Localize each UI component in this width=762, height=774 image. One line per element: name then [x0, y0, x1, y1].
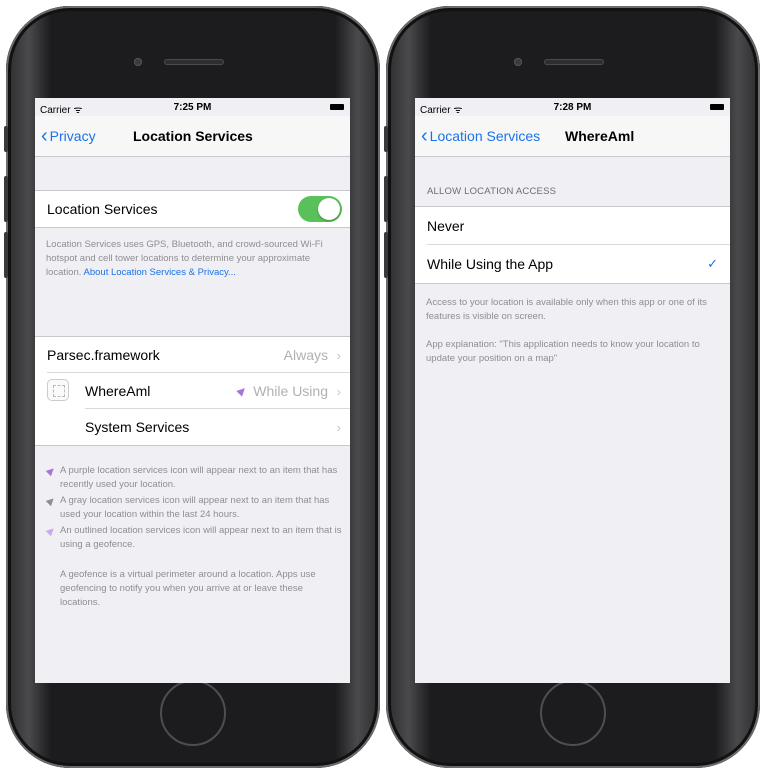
location-services-row: Location Services [35, 191, 350, 227]
volume-down-button [384, 232, 388, 278]
app-explanation: App explanation: "This application needs… [426, 339, 700, 364]
location-toggle-group: Location Services [35, 190, 350, 228]
legend-text: An outlined location services icon will … [60, 525, 342, 550]
back-button[interactable]: ‹ Privacy [41, 125, 96, 147]
status-bar: Carrier ᯤ 7:28 PM [415, 98, 730, 116]
access-footer: Access to your location is available onl… [426, 297, 707, 322]
checkmark-icon: ✓ [707, 256, 718, 271]
access-options-group: Never While Using the App ✓ [415, 206, 730, 284]
option-label: Never [427, 218, 465, 234]
page-title: Location Services [133, 128, 253, 144]
status-time: 7:28 PM [553, 102, 592, 113]
back-label: Location Services [429, 128, 541, 144]
chevron-left-icon: ‹ [421, 125, 428, 147]
home-button[interactable] [540, 680, 606, 746]
chevron-left-icon: ‹ [41, 125, 48, 147]
front-camera [514, 58, 522, 66]
app-name: WhereAml [85, 383, 151, 399]
chevron-right-icon: › [336, 347, 341, 363]
screen: Carrier ᯤ 7:28 PM ‹ Location Services Wh… [415, 98, 730, 683]
location-icon-legend: A purple location services icon will app… [45, 464, 342, 610]
navigation-bar: ‹ Privacy Location Services [35, 116, 350, 157]
option-while-using[interactable]: While Using the App ✓ [415, 245, 730, 283]
gray-location-arrow-icon [45, 495, 57, 507]
volume-down-button [4, 232, 8, 278]
option-label: While Using the App [427, 256, 554, 272]
phone-left: Carrier ᯤ 7:25 PM ‹ Privacy Location Ser… [4, 6, 380, 768]
app-permission-detail: While Using [236, 383, 328, 399]
legend-text: A purple location services icon will app… [60, 465, 338, 490]
legend-item: A gray location services icon will appea… [45, 494, 342, 522]
app-row-whereami[interactable]: WhereAml While Using › [35, 373, 350, 409]
purple-location-arrow-icon [236, 385, 248, 397]
purple-location-arrow-icon [45, 465, 57, 477]
volume-up-button [4, 176, 8, 222]
app-permission: Always [283, 347, 328, 363]
app-permission: While Using [253, 383, 328, 399]
legend-item: An outlined location services icon will … [45, 524, 342, 552]
section-header: ALLOW LOCATION ACCESS [427, 186, 557, 197]
front-camera [134, 58, 142, 66]
mute-switch [384, 126, 388, 152]
geofence-note: A geofence is a virtual perimeter around… [60, 569, 316, 608]
toggle-knob [318, 198, 340, 220]
mute-switch [4, 126, 8, 152]
page-title: WhereAml [565, 128, 635, 144]
app-name: System Services [85, 419, 190, 435]
battery-icon [710, 104, 724, 110]
outlined-location-arrow-icon [45, 525, 57, 537]
status-time: 7:25 PM [173, 102, 212, 113]
app-icon [47, 379, 69, 401]
legend-text: A gray location services icon will appea… [60, 495, 330, 520]
app-row-parsec[interactable]: Parsec.framework Always › [35, 337, 350, 373]
earpiece-speaker [544, 59, 604, 65]
status-bar: Carrier ᯤ 7:25 PM [35, 98, 350, 116]
home-button[interactable] [160, 680, 226, 746]
back-label: Privacy [49, 128, 96, 144]
battery-icon [330, 104, 344, 110]
location-services-label: Location Services [47, 201, 158, 217]
chevron-right-icon: › [336, 383, 341, 399]
legend-item: A purple location services icon will app… [45, 464, 342, 492]
location-services-toggle[interactable] [298, 196, 342, 222]
option-never[interactable]: Never [415, 207, 730, 245]
phone-right: Carrier ᯤ 7:28 PM ‹ Location Services Wh… [384, 6, 760, 768]
app-name: Parsec.framework [47, 347, 160, 363]
apps-group: Parsec.framework Always › WhereAml While… [35, 336, 350, 446]
chevron-right-icon: › [336, 419, 341, 435]
navigation-bar: ‹ Location Services WhereAml [415, 116, 730, 157]
back-button[interactable]: ‹ Location Services [421, 125, 541, 147]
volume-up-button [384, 176, 388, 222]
screen: Carrier ᯤ 7:25 PM ‹ Privacy Location Ser… [35, 98, 350, 683]
app-row-system-services[interactable]: System Services › [35, 409, 350, 445]
location-description: Location Services uses GPS, Bluetooth, a… [46, 238, 342, 280]
earpiece-speaker [164, 59, 224, 65]
about-location-link[interactable]: About Location Services & Privacy... [84, 267, 236, 278]
